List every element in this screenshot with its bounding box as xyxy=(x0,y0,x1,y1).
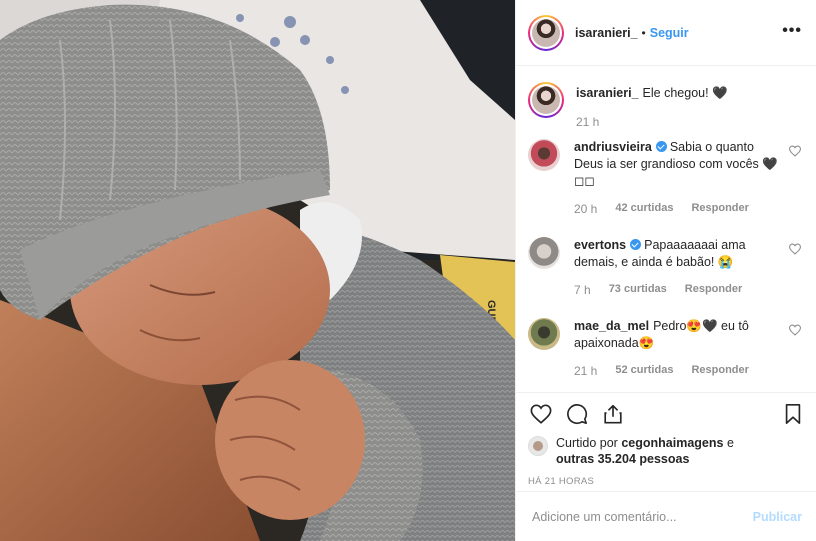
author-username[interactable]: isaranieri_ xyxy=(575,26,638,40)
liked-by-user[interactable]: cegonhaimagens xyxy=(621,436,723,450)
comment-input[interactable] xyxy=(532,509,753,524)
post-caption: isaranieri_ Ele chegou! 🖤 21 h xyxy=(528,67,802,129)
comment-time[interactable]: 7 h xyxy=(574,283,591,297)
post-actions: Curtido por cegonhaimagens e outras 35.2… xyxy=(516,392,816,487)
liked-by-others[interactable]: outras 35.204 pessoas xyxy=(556,452,689,466)
reply-button[interactable]: Responder xyxy=(691,202,748,216)
share-icon[interactable] xyxy=(602,403,624,425)
header-separator: • xyxy=(641,25,646,40)
comment-likes[interactable]: 52 curtidas xyxy=(615,364,673,378)
caption-text: Ele chegou! 🖤 xyxy=(642,86,728,100)
post-side-panel: isaranieri_ • Seguir ••• isaranieri_ Ele … xyxy=(515,0,816,541)
caption-username[interactable]: isaranieri_ xyxy=(576,86,639,100)
comment-time[interactable]: 20 h xyxy=(574,202,597,216)
commenter-avatar[interactable] xyxy=(528,318,560,350)
like-heart-icon[interactable] xyxy=(530,403,552,425)
post-header: isaranieri_ • Seguir ••• xyxy=(516,0,816,66)
liked-by-conjunction: e xyxy=(726,436,734,450)
instagram-post: GUEDA is xyxy=(0,0,816,541)
verified-badge-icon xyxy=(630,239,642,250)
like-comment-heart-icon[interactable] xyxy=(788,324,802,336)
commenter-avatar[interactable] xyxy=(528,139,560,171)
like-comment-heart-icon[interactable] xyxy=(788,243,802,255)
comment-likes[interactable]: 73 curtidas xyxy=(609,283,667,297)
comment-time[interactable]: 21 h xyxy=(574,364,597,378)
liked-by-prefix: Curtido por xyxy=(556,436,618,450)
comment-item: evertons Papaaaaaaai ama demais, e ainda … xyxy=(528,237,802,297)
comment-bubble-icon[interactable] xyxy=(566,403,588,425)
comment-likes[interactable]: 42 curtidas xyxy=(615,202,673,216)
caption-time[interactable]: 21 h xyxy=(576,115,599,129)
newborn-baby-photo: GUEDA xyxy=(0,0,515,541)
verified-badge-icon xyxy=(655,141,667,152)
publish-button[interactable]: Publicar xyxy=(753,510,802,524)
comment-item: andriusvieira Sabia o quanto Deus ia ser … xyxy=(528,139,802,216)
liked-by-avatar[interactable] xyxy=(528,436,548,456)
action-icons-row xyxy=(528,393,804,435)
author-avatar[interactable] xyxy=(528,14,564,51)
commenter-avatar[interactable] xyxy=(528,237,560,269)
follow-button[interactable]: Seguir xyxy=(650,26,689,40)
add-comment-bar: Publicar xyxy=(516,491,816,541)
post-time-ago[interactable]: HÁ 21 HORAS xyxy=(528,476,804,487)
post-photo[interactable]: GUEDA xyxy=(0,0,515,541)
reply-button[interactable]: Responder xyxy=(685,283,742,297)
comments-list[interactable]: isaranieri_ Ele chegou! 🖤 21 h andriusvie… xyxy=(516,67,816,391)
more-options-icon[interactable]: ••• xyxy=(782,22,802,40)
caption-author-avatar[interactable] xyxy=(528,82,564,118)
reply-button[interactable]: Responder xyxy=(691,364,748,378)
liked-by-summary: Curtido por cegonhaimagens e outras 35.2… xyxy=(528,435,804,467)
bookmark-icon[interactable] xyxy=(782,403,804,425)
like-comment-heart-icon[interactable] xyxy=(788,145,802,157)
comment-username[interactable]: andriusvieira xyxy=(574,140,652,154)
comment-username[interactable]: mae_da_mel xyxy=(574,319,649,333)
comment-username[interactable]: evertons xyxy=(574,238,626,252)
comment-item: mae_da_mel Pedro😍🖤 eu tô apaixonada😍 21 h… xyxy=(528,318,802,378)
